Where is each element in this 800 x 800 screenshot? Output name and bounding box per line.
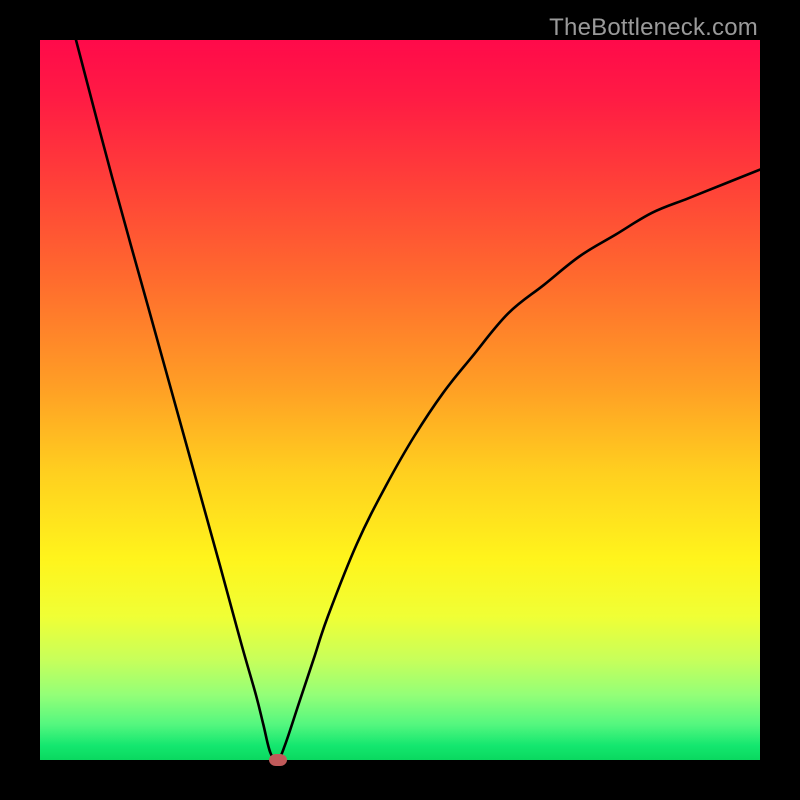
chart-frame: TheBottleneck.com [0, 0, 800, 800]
watermark-text: TheBottleneck.com [549, 14, 758, 42]
curve-svg [40, 40, 760, 760]
bottleneck-curve [76, 40, 760, 760]
minimum-marker [269, 754, 287, 766]
plot-area [40, 40, 760, 760]
